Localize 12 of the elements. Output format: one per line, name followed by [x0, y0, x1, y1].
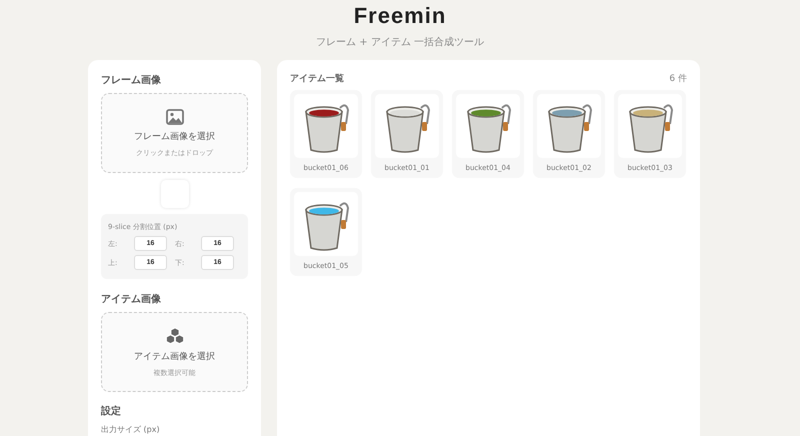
section-heading: アイテム画像: [101, 292, 162, 307]
dropzone-label: フレーム画像を選択: [134, 130, 215, 142]
section-heading: 設定: [101, 404, 122, 419]
item-count: 6 件: [669, 72, 687, 86]
cubes-icon: [164, 326, 184, 344]
panel-heading: アイテム一覧: [290, 72, 344, 86]
section-heading: フレーム画像: [101, 74, 162, 88]
dropzone-label: アイテム画像を選択: [134, 350, 215, 362]
app-title: Freemin: [352, 2, 448, 30]
app-subtitle: フレーム + アイテム 一括合成ツール: [315, 36, 485, 49]
output-size-label: 出力サイズ (px): [101, 424, 161, 435]
image-icon: [166, 108, 184, 124]
